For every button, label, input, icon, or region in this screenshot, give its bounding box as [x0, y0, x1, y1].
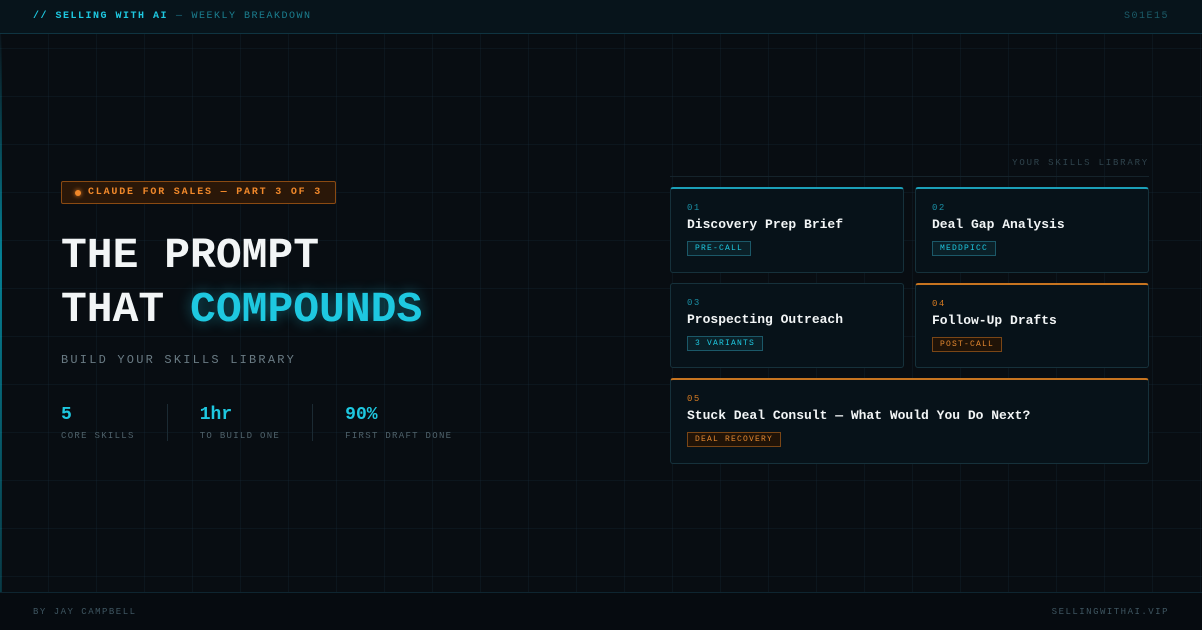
- episode-label: S01E15: [1123, 11, 1169, 22]
- skill-card-deal-gap[interactable]: 02 Deal Gap Analysis MEDDPICC: [915, 187, 1149, 273]
- stat-value: 1hr: [199, 405, 233, 425]
- stat-first-draft: 90% FIRST DRAFT DONE: [312, 404, 484, 441]
- library-title: YOUR SKILLS LIBRARY: [670, 158, 1149, 177]
- top-bar: // SELLING WITH AI — WEEKLY BREAKDOWN S0…: [0, 0, 1202, 34]
- card-index: 02: [932, 203, 946, 213]
- stat-build-time: 1hr TO BUILD ONE: [166, 404, 312, 441]
- card-index: 04: [932, 299, 946, 309]
- author-label: BY JAY CAMPBELL: [33, 606, 137, 617]
- card-tag: MEDDPICC: [932, 241, 997, 256]
- badge-dot-icon: [75, 189, 81, 196]
- topbar-separator: —: [176, 11, 184, 22]
- badge-label: CLAUDE FOR SALES — PART 3 OF 3: [88, 187, 323, 198]
- footer: BY JAY CAMPBELL SELLINGWITHAI.VIP: [0, 592, 1202, 630]
- stats-row: 5 CORE SKILLS 1hr TO BUILD ONE 90% FIRST…: [61, 404, 484, 441]
- card-tag: POST-CALL: [932, 337, 1003, 352]
- skill-card-follow-up[interactable]: 04 Follow-Up Drafts POST-CALL: [915, 283, 1149, 368]
- skill-card-discovery-prep[interactable]: 01 Discovery Prep Brief PRE-CALL: [670, 187, 904, 273]
- page-subtitle: BUILD YOUR SKILLS LIBRARY: [61, 353, 297, 367]
- stat-value: 5: [61, 405, 72, 425]
- headline-accent: COMPOUNDS: [190, 285, 423, 334]
- stat-label: CORE SKILLS: [61, 431, 135, 441]
- card-title: Stuck Deal Consult — What Would You Do N…: [687, 408, 1031, 423]
- stat-label: FIRST DRAFT DONE: [345, 431, 453, 441]
- card-tag: DEAL RECOVERY: [687, 432, 782, 447]
- card-index: 03: [687, 298, 701, 308]
- card-index: 01: [687, 203, 701, 213]
- stat-core-skills: 5 CORE SKILLS: [61, 404, 167, 441]
- stat-value: 90%: [345, 405, 378, 425]
- headline: THE PROMPT THAT COMPOUNDS: [61, 229, 422, 337]
- headline-line-2: THAT COMPOUNDS: [61, 283, 422, 337]
- series-badge: CLAUDE FOR SALES — PART 3 OF 3: [61, 181, 337, 204]
- skill-card-stuck-deal[interactable]: 05 Stuck Deal Consult — What Would You D…: [670, 378, 1149, 464]
- card-title: Prospecting Outreach: [687, 312, 844, 327]
- headline-plain: THAT: [61, 285, 165, 334]
- card-index: 05: [687, 394, 701, 404]
- card-tag: 3 VARIANTS: [687, 336, 764, 351]
- card-title: Follow-Up Drafts: [932, 313, 1057, 328]
- stat-label: TO BUILD ONE: [199, 431, 281, 441]
- site-url[interactable]: SELLINGWITHAI.VIP: [1052, 607, 1169, 617]
- brand-label: // SELLING WITH AI: [33, 11, 169, 22]
- card-tag: PRE-CALL: [687, 241, 752, 256]
- card-title: Discovery Prep Brief: [687, 217, 844, 232]
- headline-line-1: THE PROMPT: [61, 231, 320, 280]
- skill-card-prospecting[interactable]: 03 Prospecting Outreach 3 VARIANTS: [670, 283, 904, 368]
- card-title: Deal Gap Analysis: [932, 217, 1065, 232]
- left-edge-glow: [0, 34, 2, 592]
- topbar-subtitle: WEEKLY BREAKDOWN: [191, 11, 312, 22]
